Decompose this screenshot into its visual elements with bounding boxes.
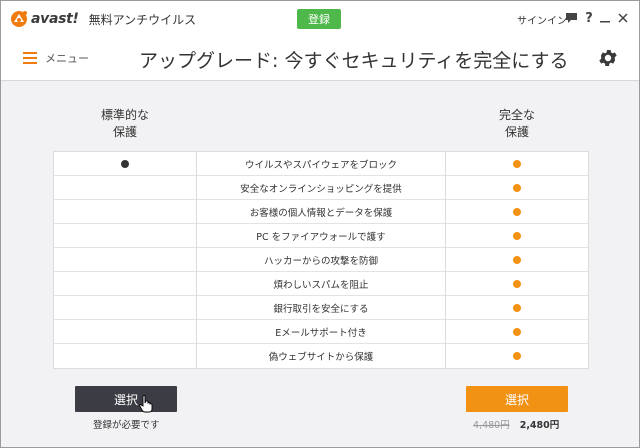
help-icon[interactable]: ? <box>581 10 597 26</box>
feature-label: お客様の個人情報とデータを保護 <box>249 207 393 219</box>
register-button[interactable]: 登録 <box>297 9 341 29</box>
complete-select-button[interactable]: 選択 <box>466 386 568 412</box>
avast-logo-icon <box>11 11 27 27</box>
feature-label: 煩わしいスパムを阻止 <box>273 279 369 291</box>
included-dot-icon <box>513 255 521 264</box>
old-price: 4,480円 <box>473 420 510 431</box>
feature-row: PC をファイアウォールで護す <box>197 224 445 248</box>
included-dot-icon <box>513 231 521 240</box>
complete-feature-cell <box>446 200 588 224</box>
complete-protection-heading: 完全な 保護 <box>445 107 589 141</box>
hamburger-icon <box>23 49 37 67</box>
menu-label: メニュー <box>45 52 89 65</box>
signin-link[interactable]: サインイン <box>517 12 567 27</box>
registration-required-note: 登録が必要です <box>93 420 160 431</box>
feature-label: ウイルスやスパイウェアをブロック <box>244 159 397 171</box>
logo-text: avast! <box>31 11 79 27</box>
product-name: 無料アンチウイルス <box>88 12 197 27</box>
complete-feature-cell <box>446 152 588 176</box>
standard-feature-cell <box>54 344 196 368</box>
feature-row: 煩わしいスパムを阻止 <box>197 272 445 296</box>
complete-feature-cell <box>446 344 588 368</box>
title-bar: avast! 無料アンチウイルス 登録 サインイン ? <box>1 1 639 37</box>
gear-icon[interactable] <box>597 47 619 69</box>
feature-row: ハッカーからの攻撃を防御 <box>197 248 445 272</box>
feature-row: ウイルスやスパイウェアをブロック <box>197 152 445 176</box>
feature-label: ハッカーからの攻撃を防御 <box>263 255 378 267</box>
menu-button[interactable]: メニュー <box>23 49 89 67</box>
included-dot-icon <box>513 159 521 168</box>
app-window: avast! 無料アンチウイルス 登録 サインイン ? メニュー アップグレード… <box>0 0 640 448</box>
feature-label: PC をファイアウォールで護す <box>256 231 386 243</box>
feature-row: お客様の個人情報とデータを保護 <box>197 200 445 224</box>
included-dot-icon <box>513 279 521 288</box>
standard-heading-line2: 保護 <box>112 125 137 139</box>
close-icon[interactable] <box>615 10 631 26</box>
complete-column <box>445 151 589 369</box>
standard-select-button[interactable]: 選択 <box>75 386 177 412</box>
feature-row: 銀行取引を安全にする <box>197 296 445 320</box>
feature-row: 偽ウェブサイトから保護 <box>197 344 445 368</box>
standard-protection-heading: 標準的な 保護 <box>53 107 197 141</box>
feature-row: Eメールサポート付き <box>197 320 445 344</box>
included-dot-icon <box>121 159 129 168</box>
complete-feature-cell <box>446 224 588 248</box>
standard-feature-cell <box>54 320 196 344</box>
standard-heading-line1: 標準的な <box>100 108 149 122</box>
standard-feature-cell <box>54 176 196 200</box>
price-info: 4,480円 2,480円 <box>473 417 559 431</box>
chat-icon[interactable] <box>563 10 579 26</box>
feature-label: Eメールサポート付き <box>275 327 367 339</box>
included-dot-icon <box>513 352 521 360</box>
complete-feature-cell <box>446 296 588 320</box>
avast-logo: avast! <box>9 1 79 37</box>
feature-label: 偽ウェブサイトから保護 <box>268 352 374 363</box>
standard-column <box>53 151 197 369</box>
included-dot-icon <box>513 327 521 336</box>
standard-feature-cell <box>54 248 196 272</box>
page-header: メニュー アップグレード: 今すぐセキュリティを完全にする <box>1 37 639 81</box>
complete-heading-line1: 完全な <box>498 108 535 122</box>
feature-row: 安全なオンラインショッピングを提供 <box>197 176 445 200</box>
complete-feature-cell <box>446 176 588 200</box>
feature-label: 銀行取引を安全にする <box>273 303 369 315</box>
new-price: 2,480円 <box>519 420 560 431</box>
included-dot-icon <box>513 183 521 192</box>
minimize-icon[interactable] <box>597 10 613 26</box>
included-dot-icon <box>513 303 521 312</box>
page-title: アップグレード: 今すぐセキュリティを完全にする <box>139 50 569 72</box>
standard-feature-cell <box>54 152 196 176</box>
complete-feature-cell <box>446 320 588 344</box>
complete-feature-cell <box>446 248 588 272</box>
included-dot-icon <box>513 207 521 216</box>
standard-feature-cell <box>54 296 196 320</box>
complete-feature-cell <box>446 272 588 296</box>
standard-feature-cell <box>54 200 196 224</box>
standard-feature-cell <box>54 224 196 248</box>
complete-heading-line2: 保護 <box>504 125 529 139</box>
standard-feature-cell <box>54 272 196 296</box>
features-column: ウイルスやスパイウェアをブロック 安全なオンラインショッピングを提供 お客様の個人情… <box>197 151 445 369</box>
feature-label: 安全なオンラインショッピングを提供 <box>240 183 402 195</box>
hand-cursor-icon <box>139 395 153 413</box>
